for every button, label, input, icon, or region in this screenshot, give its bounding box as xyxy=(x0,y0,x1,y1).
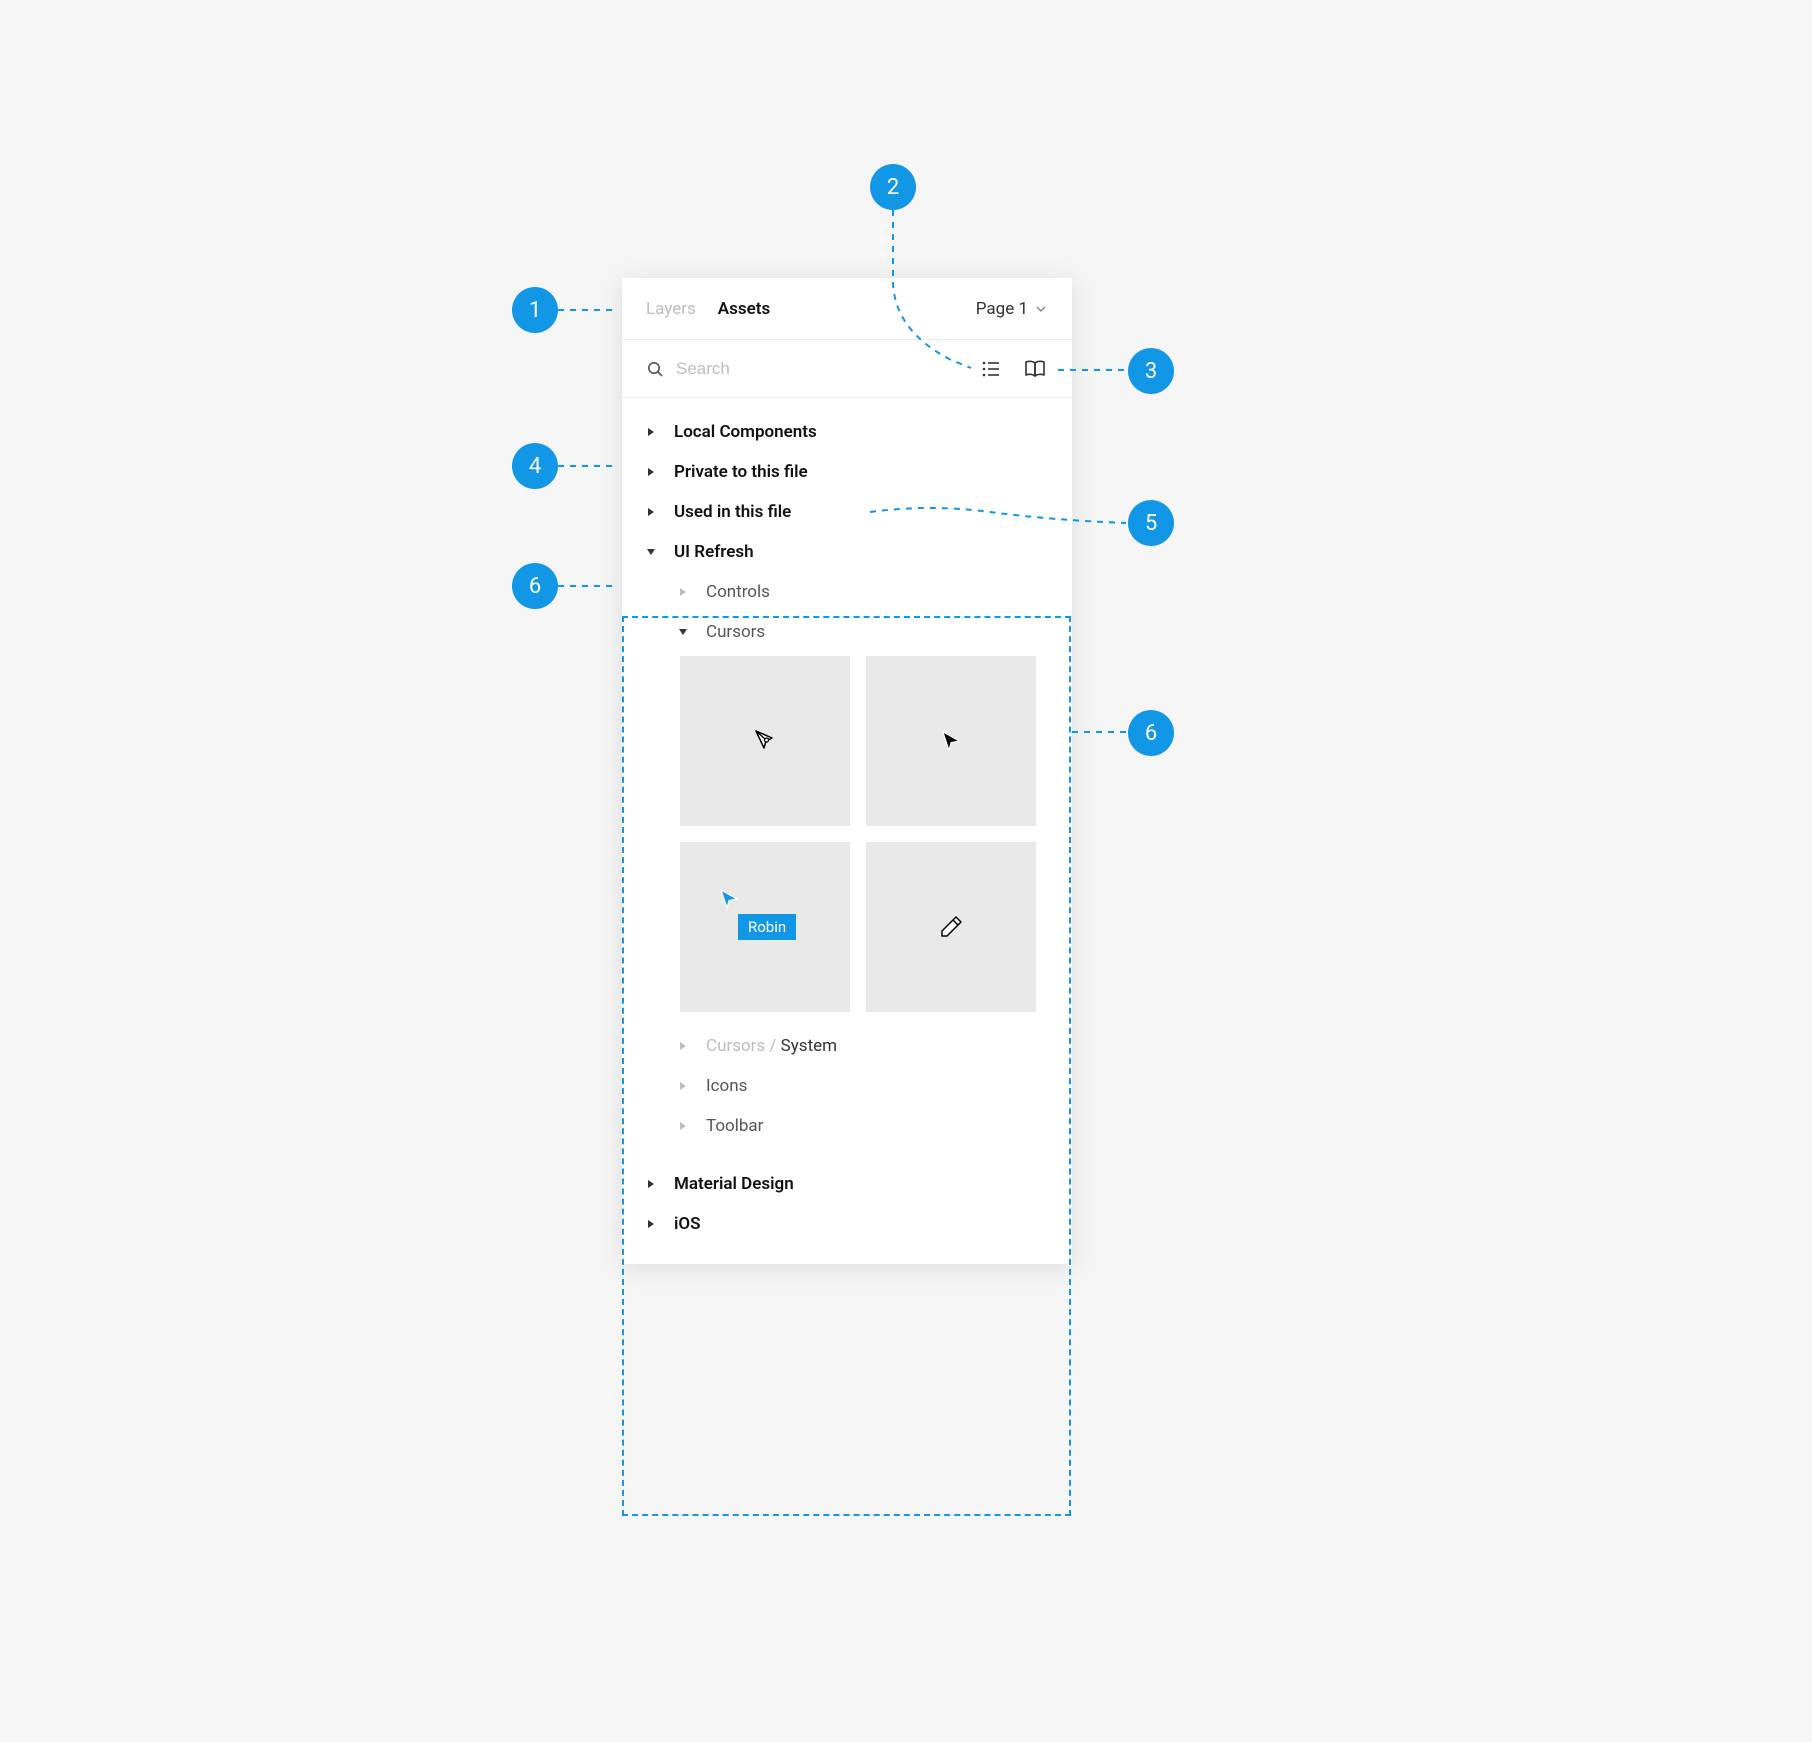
list-icon xyxy=(981,359,1001,379)
leader-6-right xyxy=(1072,730,1132,740)
arrow-right-icon xyxy=(646,507,664,517)
arrow-right-icon xyxy=(678,587,696,597)
assets-panel: Layers Assets Page 1 xyxy=(622,278,1072,1264)
callout-5: 5 xyxy=(1128,500,1174,546)
section-icons[interactable]: Icons xyxy=(622,1066,1072,1106)
panel-header: Layers Assets Page 1 xyxy=(622,278,1072,340)
component-thumb-multiplayer-cursor[interactable]: Robin xyxy=(680,842,850,1012)
library-button[interactable] xyxy=(1022,356,1048,382)
tab-assets[interactable]: Assets xyxy=(718,299,770,319)
callout-3: 3 xyxy=(1128,348,1174,394)
component-thumb-pen-cursor[interactable] xyxy=(680,656,850,826)
multiplayer-cursor-label: Robin xyxy=(738,914,796,940)
section-cursors-system[interactable]: Cursors / System xyxy=(622,1026,1072,1066)
section-local-components[interactable]: Local Components xyxy=(622,412,1072,452)
arrow-down-icon xyxy=(646,547,664,557)
assets-tree: Local Components Private to this file Us… xyxy=(622,398,1072,1264)
callout-2: 2 xyxy=(870,164,916,210)
callout-4: 4 xyxy=(512,443,558,489)
callout-1: 1 xyxy=(512,287,558,333)
search-input[interactable] xyxy=(676,359,960,379)
arrow-right-icon xyxy=(678,1081,696,1091)
arrow-down-icon xyxy=(678,627,696,637)
arrow-right-icon xyxy=(646,427,664,437)
arrow-cursor-icon xyxy=(939,729,963,753)
tab-layers[interactable]: Layers xyxy=(646,299,696,319)
section-toolbar[interactable]: Toolbar xyxy=(622,1106,1072,1146)
arrow-right-icon xyxy=(678,1121,696,1131)
section-material-design[interactable]: Material Design xyxy=(622,1164,1072,1204)
section-ui-refresh[interactable]: UI Refresh xyxy=(622,532,1072,572)
section-used-in-file[interactable]: Used in this file xyxy=(622,492,1072,532)
section-private-to-file[interactable]: Private to this file xyxy=(622,452,1072,492)
search-icon xyxy=(646,360,664,378)
component-grid: Robin xyxy=(622,652,1072,1026)
book-open-icon xyxy=(1024,359,1046,379)
arrow-right-icon xyxy=(646,1179,664,1189)
section-cursors[interactable]: Cursors xyxy=(622,612,1072,652)
multiplayer-cursor-icon xyxy=(718,888,740,910)
page-select[interactable]: Page 1 xyxy=(976,299,1048,319)
pen-tool-icon xyxy=(751,727,779,755)
arrow-right-icon xyxy=(646,1219,664,1229)
chevron-down-icon xyxy=(1034,302,1048,316)
component-thumb-arrow-cursor[interactable] xyxy=(866,656,1036,826)
pencil-icon xyxy=(937,913,965,941)
arrow-right-icon xyxy=(678,1041,696,1051)
page-select-label: Page 1 xyxy=(976,299,1028,319)
search-row xyxy=(622,340,1072,398)
callout-6-right: 6 xyxy=(1128,710,1174,756)
component-thumb-pencil[interactable] xyxy=(866,842,1036,1012)
list-view-toggle[interactable] xyxy=(978,356,1004,382)
arrow-right-icon xyxy=(646,467,664,477)
section-controls[interactable]: Controls xyxy=(622,572,1072,612)
callout-6-left: 6 xyxy=(512,563,558,609)
section-ios[interactable]: iOS xyxy=(622,1204,1072,1244)
